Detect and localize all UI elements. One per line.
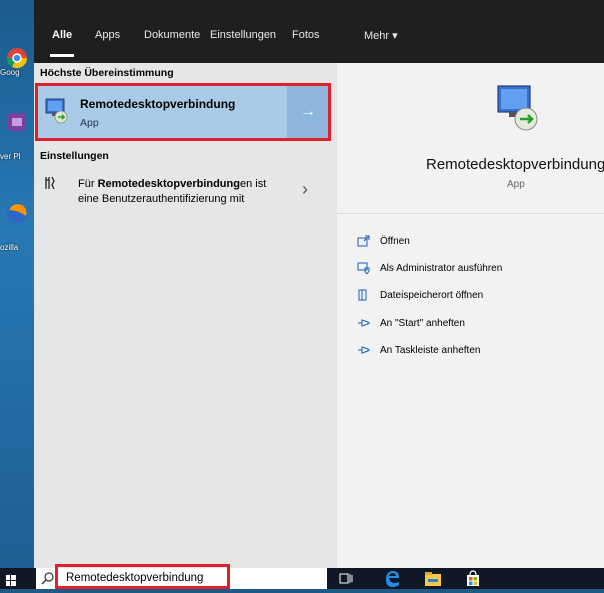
detail-subtitle: App (507, 179, 525, 190)
search-icon (41, 572, 54, 585)
action-pin-to-start-label: An "Start" anheften (380, 317, 465, 329)
start-icon[interactable] (6, 573, 16, 586)
filter-tabs-bar: Alle Apps Dokumente Einstellungen Fotos … (34, 0, 604, 63)
file-explorer-icon[interactable] (424, 571, 442, 587)
settings-result-item[interactable]: Für Remotedesktopverbindungen ist eine B… (36, 168, 329, 216)
edge-icon[interactable] (383, 569, 401, 588)
settings-bold: Remotedesktopverbindung (97, 178, 240, 190)
tab-fotos[interactable]: Fotos (292, 29, 320, 41)
firefox-icon[interactable] (4, 200, 30, 234)
highlight-frame-best-match (35, 83, 331, 141)
action-open[interactable]: Öffnen (357, 235, 410, 247)
desktop-label-app: ver Pl (0, 152, 21, 161)
pin-icon (357, 344, 371, 356)
detail-title: Remotedesktopverbindung (426, 156, 604, 173)
action-pin-to-taskbar-label: An Taskleiste anheften (380, 344, 481, 356)
desktop-label-firefox: ozilla (0, 243, 19, 252)
pin-icon (357, 317, 371, 329)
settings-result-line2: eine Benutzerauthentifizierung mit (78, 193, 245, 205)
settings-tools-icon (44, 176, 56, 190)
app-icon[interactable] (4, 110, 30, 144)
open-icon (357, 235, 371, 247)
remote-desktop-icon (494, 83, 544, 133)
settings-prefix: Für (78, 178, 98, 190)
store-icon[interactable] (465, 570, 481, 587)
action-open-file-location[interactable]: Dateispeicherort öffnen (357, 289, 483, 301)
desktop-label-chrome: Goog (0, 68, 20, 77)
detail-divider (337, 213, 604, 214)
highlight-frame-search (55, 564, 230, 589)
file-location-icon (357, 289, 371, 301)
tab-alle[interactable]: Alle (49, 29, 75, 57)
action-run-as-admin[interactable]: Als Administrator ausführen (357, 262, 503, 275)
chevron-right-icon[interactable]: › (302, 179, 308, 200)
desktop-background: Goog ver Pl ozilla (0, 0, 34, 568)
tab-dokumente[interactable]: Dokumente (144, 29, 200, 41)
action-pin-to-start[interactable]: An "Start" anheften (357, 317, 465, 329)
action-open-file-location-label: Dateispeicherort öffnen (380, 289, 484, 301)
tab-apps[interactable]: Apps (95, 29, 120, 41)
action-open-label: Öffnen (380, 235, 410, 247)
best-match-heading: Höchste Übereinstimmung (40, 67, 174, 79)
action-pin-to-taskbar[interactable]: An Taskleiste anheften (357, 344, 480, 356)
admin-shield-icon (357, 262, 371, 275)
tab-einstellungen[interactable]: Einstellungen (210, 29, 276, 41)
settings-heading: Einstellungen (40, 150, 109, 162)
settings-suffix: en ist (239, 178, 267, 190)
tab-mehr[interactable]: Mehr ▾ (364, 29, 398, 42)
action-run-as-admin-label: Als Administrator ausführen (380, 262, 503, 274)
detail-pane: Remotedesktopverbindung App Öffnen Als A… (337, 63, 604, 568)
task-view-icon[interactable] (339, 572, 353, 585)
settings-result-line1: Für Remotedesktopverbindungen ist (78, 178, 266, 190)
